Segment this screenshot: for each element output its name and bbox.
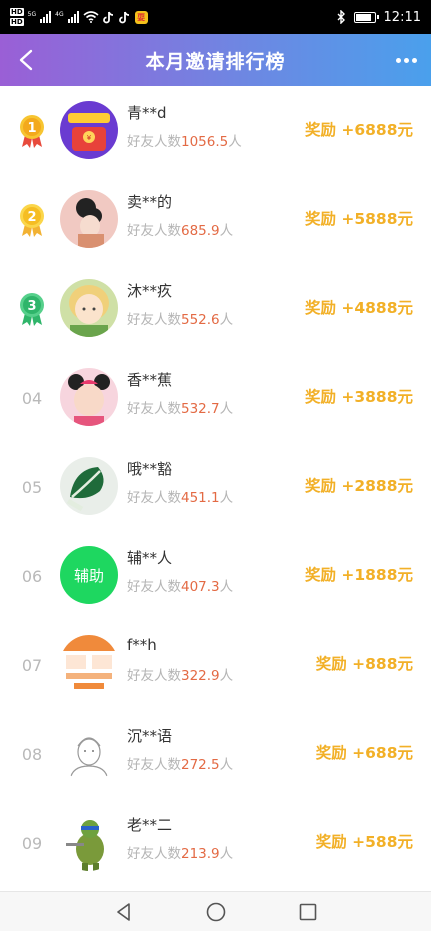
svg-text:2: 2 bbox=[27, 210, 36, 225]
app-badge-icon: 耍 bbox=[134, 10, 148, 24]
avatar bbox=[60, 724, 118, 782]
hd-label: HD bbox=[10, 8, 24, 16]
reward-amount: 奖励 +588元 bbox=[315, 833, 413, 851]
avatar-text: 辅助 bbox=[73, 566, 104, 585]
page-header: 本月邀请排行榜 bbox=[0, 34, 431, 86]
more-dot-icon bbox=[395, 57, 401, 63]
friend-count: 好友人数451.1人 bbox=[127, 490, 234, 506]
svg-text:3: 3 bbox=[27, 299, 36, 314]
avatar bbox=[60, 457, 118, 515]
rank-number: 09 bbox=[21, 833, 43, 853]
reward-amount: 奖励 +5888元 bbox=[304, 210, 413, 228]
network-5g-label: 5G bbox=[27, 11, 37, 18]
rank-number: 06 bbox=[21, 566, 43, 586]
hd-indicator: HD HD bbox=[10, 7, 24, 27]
friend-count: 好友人数532.7人 bbox=[127, 401, 234, 417]
gold-medal-icon: 1 bbox=[14, 113, 50, 149]
nav-recents-button[interactable] bbox=[296, 900, 320, 924]
signal-icon-2 bbox=[67, 11, 79, 23]
reward-amount: 奖励 +4888元 bbox=[304, 299, 413, 317]
list-item[interactable]: 04 香**蕉 好友人数532.7人 奖励 +3888元 bbox=[0, 353, 431, 442]
bluetooth-icon bbox=[337, 10, 345, 24]
reward-amount: 奖励 +888元 bbox=[315, 655, 413, 673]
rank-number: 07 bbox=[21, 655, 43, 675]
silver-medal-icon: 2 bbox=[14, 202, 50, 238]
avatar bbox=[60, 635, 118, 693]
avatar bbox=[60, 368, 118, 426]
reward-amount: 奖励 +3888元 bbox=[304, 388, 413, 406]
page-title: 本月邀请排行榜 bbox=[145, 50, 286, 73]
reward-amount: 奖励 +1888元 bbox=[304, 566, 413, 584]
list-item[interactable]: 3 沐**疚 好友人数552.6人 奖励 +4888元 bbox=[0, 264, 431, 353]
rank-number: 08 bbox=[21, 744, 43, 764]
user-name: 青**d bbox=[127, 104, 167, 122]
list-item[interactable]: 05 哦**豁 好友人数451.1人 奖励 +2888元 bbox=[0, 442, 431, 531]
battery-icon bbox=[353, 11, 379, 23]
svg-text:1: 1 bbox=[27, 121, 36, 136]
friend-count: 好友人数322.9人 bbox=[127, 668, 234, 684]
user-name: f**h bbox=[127, 636, 157, 654]
ranking-list: 1 ¥ 青**d 好友人数1056.5人 奖励 +6888元 2 卖**的 好友… bbox=[0, 86, 431, 887]
user-name: 沉**语 bbox=[127, 727, 173, 745]
triangle-back-icon bbox=[116, 902, 130, 921]
rank-number: 05 bbox=[21, 477, 43, 497]
avatar bbox=[60, 279, 118, 337]
list-item[interactable]: 2 卖**的 好友人数685.9人 奖励 +5888元 bbox=[0, 175, 431, 264]
square-recents-icon bbox=[299, 903, 316, 920]
list-item[interactable]: 09 老**二 好友人数213.9人 奖励 +588元 bbox=[0, 798, 431, 887]
more-dot-icon bbox=[403, 57, 409, 63]
chevron-left-icon bbox=[19, 49, 33, 71]
rank-number: 04 bbox=[21, 388, 43, 408]
more-button[interactable] bbox=[393, 48, 419, 72]
friend-count: 好友人数407.3人 bbox=[127, 579, 234, 595]
nav-home-button[interactable] bbox=[204, 900, 228, 924]
reward-amount: 奖励 +2888元 bbox=[304, 477, 413, 495]
hd-label-2: HD bbox=[10, 18, 24, 26]
list-item[interactable]: 08 沉**语 好友人数272.5人 奖励 +688元 bbox=[0, 709, 431, 798]
status-bar: HD HD 5G 4G 耍 12:11 bbox=[0, 0, 431, 34]
user-name: 哦**豁 bbox=[127, 460, 173, 478]
friend-count: 好友人数1056.5人 bbox=[127, 134, 242, 150]
circle-home-icon bbox=[206, 902, 225, 921]
more-dot-icon bbox=[411, 57, 417, 63]
back-button[interactable] bbox=[12, 46, 40, 74]
tiktok-icon bbox=[102, 11, 113, 23]
signal-icon bbox=[40, 11, 52, 23]
system-nav-bar bbox=[0, 891, 431, 931]
reward-amount: 奖励 +6888元 bbox=[304, 121, 413, 139]
avatar bbox=[60, 813, 118, 871]
wifi-icon bbox=[83, 11, 99, 23]
avatar bbox=[60, 190, 118, 248]
user-name: 辅**人 bbox=[127, 549, 173, 567]
nav-back-button[interactable] bbox=[112, 900, 136, 924]
bronze-medal-icon: 3 bbox=[14, 291, 50, 327]
avatar: 辅助 bbox=[60, 546, 118, 604]
reward-amount: 奖励 +688元 bbox=[315, 744, 413, 762]
user-name: 老**二 bbox=[127, 816, 173, 834]
user-name: 香**蕉 bbox=[127, 371, 173, 389]
list-item[interactable]: 1 ¥ 青**d 好友人数1056.5人 奖励 +6888元 bbox=[0, 86, 431, 175]
friend-count: 好友人数685.9人 bbox=[127, 223, 234, 239]
friend-count: 好友人数552.6人 bbox=[127, 312, 234, 328]
user-name: 卖**的 bbox=[127, 193, 173, 211]
friend-count: 好友人数213.9人 bbox=[127, 846, 234, 862]
list-item[interactable]: 06 辅助 辅**人 好友人数407.3人 奖励 +1888元 bbox=[0, 531, 431, 620]
user-name: 沐**疚 bbox=[127, 282, 173, 300]
avatar: ¥ bbox=[60, 101, 118, 159]
network-4g-label: 4G bbox=[55, 11, 64, 18]
friend-count: 好友人数272.5人 bbox=[127, 757, 234, 773]
tiktok-icon-2 bbox=[118, 11, 129, 23]
status-time: 12:11 bbox=[383, 9, 421, 25]
list-item[interactable]: 07 f**h 好友人数322.9人 奖励 +888元 bbox=[0, 620, 431, 709]
svg-text:¥: ¥ bbox=[87, 134, 92, 142]
